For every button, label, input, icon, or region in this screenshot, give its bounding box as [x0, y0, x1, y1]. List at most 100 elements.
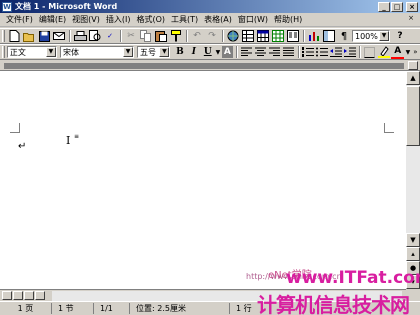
menu-file[interactable]: 文件(F) [3, 14, 36, 25]
underline-dropdown-icon[interactable]: ▼ [215, 45, 221, 59]
menu-format[interactable]: 格式(O) [133, 14, 168, 25]
menu-table[interactable]: 表格(A) [201, 14, 235, 25]
show-hide-icon[interactable]: ¶ [337, 29, 351, 43]
scroll-down-button[interactable]: ▼ [406, 233, 420, 247]
standard-toolbar: ✓ ✂ ↶ ↷ ¶ 100% ▼ ? [0, 28, 420, 44]
cut-icon[interactable]: ✂ [124, 29, 138, 43]
document-close-button[interactable]: × [406, 14, 416, 24]
menu-window[interactable]: 窗口(W) [235, 14, 271, 25]
paragraph-mark: ↵ [18, 141, 27, 152]
window-title: 文档 1 - Microsoft Word [15, 2, 118, 11]
spelling-icon[interactable]: ✓ [103, 29, 117, 43]
scroll-up-button[interactable]: ▲ [406, 71, 420, 85]
print-icon[interactable] [73, 29, 87, 43]
format-painter-icon[interactable] [169, 29, 183, 43]
chevron-down-icon[interactable]: ▼ [379, 31, 389, 41]
title-bar: W 文档 1 - Microsoft Word _ □ × [0, 0, 420, 13]
status-page: 1 页 [0, 303, 52, 314]
close-button[interactable]: × [406, 1, 418, 12]
toolbar-grip[interactable] [2, 46, 5, 58]
font-select[interactable]: 宋体 ▼ [59, 46, 134, 58]
toolbar-grip[interactable] [2, 30, 5, 42]
status-section: 1 节 [52, 303, 94, 314]
word-app-icon[interactable]: W [2, 1, 12, 12]
menu-tools[interactable]: 工具(T) [168, 14, 201, 25]
align-center-icon[interactable] [254, 45, 267, 59]
border-icon[interactable] [363, 45, 376, 59]
copy-icon[interactable] [139, 29, 153, 43]
font-color-dropdown-icon[interactable]: ▼ [405, 45, 411, 59]
status-page-of: 1/1 [94, 303, 130, 314]
ibeam-cursor-icon: I [66, 134, 71, 147]
formatting-toolbar: 正文 ▼ 宋体 ▼ 五号 ▼ B I U ▼ A A ▼ » [0, 44, 420, 60]
previous-page-button[interactable]: ▴ [406, 247, 420, 261]
menu-bar: 文件(F) 编辑(E) 视图(V) 插入(I) 格式(O) 工具(T) 表格(A… [0, 13, 420, 27]
watermark-itfat: www.ITFat.com [286, 268, 420, 288]
save-icon[interactable] [37, 29, 51, 43]
insert-table-icon[interactable] [256, 29, 270, 43]
increase-indent-icon[interactable] [343, 45, 356, 59]
numbering-icon[interactable] [302, 45, 315, 59]
doc-map-icon[interactable] [322, 29, 336, 43]
style-select[interactable]: 正文 ▼ [6, 46, 57, 58]
zoom-select[interactable]: 100% ▼ [352, 30, 390, 42]
justify-icon[interactable] [282, 45, 295, 59]
underline-button[interactable]: U [201, 45, 214, 59]
toolbar-separator [359, 46, 362, 58]
highlight-icon[interactable] [377, 45, 390, 59]
document-page[interactable]: ↵ I ≡ [0, 71, 406, 289]
char-border-button[interactable]: A [221, 46, 233, 58]
ruler-toggle-button[interactable] [408, 61, 418, 70]
normal-view-button[interactable] [2, 291, 12, 300]
menu-insert[interactable]: 插入(I) [103, 14, 134, 25]
chevron-down-icon[interactable]: ▼ [159, 47, 170, 57]
open-icon[interactable] [22, 29, 36, 43]
redo-icon[interactable]: ↷ [205, 29, 219, 43]
toolbar-separator [222, 30, 224, 42]
toolbar-separator [120, 30, 122, 42]
preview-icon[interactable] [88, 29, 102, 43]
toolbar-options-icon[interactable]: » [412, 45, 419, 59]
bullets-icon[interactable] [316, 45, 329, 59]
help-icon[interactable]: ? [393, 29, 407, 43]
maximize-button[interactable]: □ [391, 1, 403, 12]
paste-icon[interactable] [154, 29, 168, 43]
tables-borders-icon[interactable] [241, 29, 255, 43]
margin-corner-top-right [384, 123, 394, 133]
outline-view-button[interactable] [35, 291, 45, 300]
chevron-down-icon[interactable]: ▼ [45, 47, 56, 57]
font-color-button[interactable]: A [391, 45, 405, 59]
vertical-scrollbar[interactable]: ▲ ▼ ▴ ● ▾ [406, 71, 420, 289]
toolbar-separator [69, 30, 71, 42]
columns-icon[interactable] [286, 29, 300, 43]
menu-view[interactable]: 视图(V) [69, 14, 103, 25]
minimize-button[interactable]: _ [378, 1, 390, 12]
menu-help[interactable]: 帮助(H) [271, 14, 305, 25]
drawing-icon[interactable] [307, 29, 321, 43]
scroll-thumb[interactable] [406, 86, 420, 146]
italic-button[interactable]: I [187, 45, 200, 59]
toolbar-separator [297, 46, 300, 58]
ruler-track[interactable] [4, 63, 404, 69]
align-left-icon[interactable] [240, 45, 253, 59]
web-layout-button[interactable] [13, 291, 23, 300]
email-icon[interactable] [52, 29, 66, 43]
font-size-select[interactable]: 五号 ▼ [137, 46, 171, 58]
align-right-icon[interactable] [268, 45, 281, 59]
ruler [0, 61, 420, 71]
toolbar-separator [303, 30, 305, 42]
insert-excel-icon[interactable] [271, 29, 285, 43]
toolbar-separator [186, 30, 188, 42]
click-and-type-icon: ≡ [74, 133, 80, 140]
bold-button[interactable]: B [173, 45, 186, 59]
chevron-down-icon[interactable]: ▼ [123, 47, 133, 57]
undo-icon[interactable]: ↶ [190, 29, 204, 43]
new-icon[interactable] [7, 29, 21, 43]
toolbar-separator [235, 46, 238, 58]
menu-edit[interactable]: 编辑(E) [36, 14, 69, 25]
print-layout-button[interactable] [24, 291, 34, 300]
status-position: 位置: 2.5厘米 [130, 303, 230, 314]
decrease-indent-icon[interactable] [329, 45, 342, 59]
hyperlink-icon[interactable] [226, 29, 240, 43]
watermark-site-name: 计算机信息技术网 [257, 293, 410, 315]
